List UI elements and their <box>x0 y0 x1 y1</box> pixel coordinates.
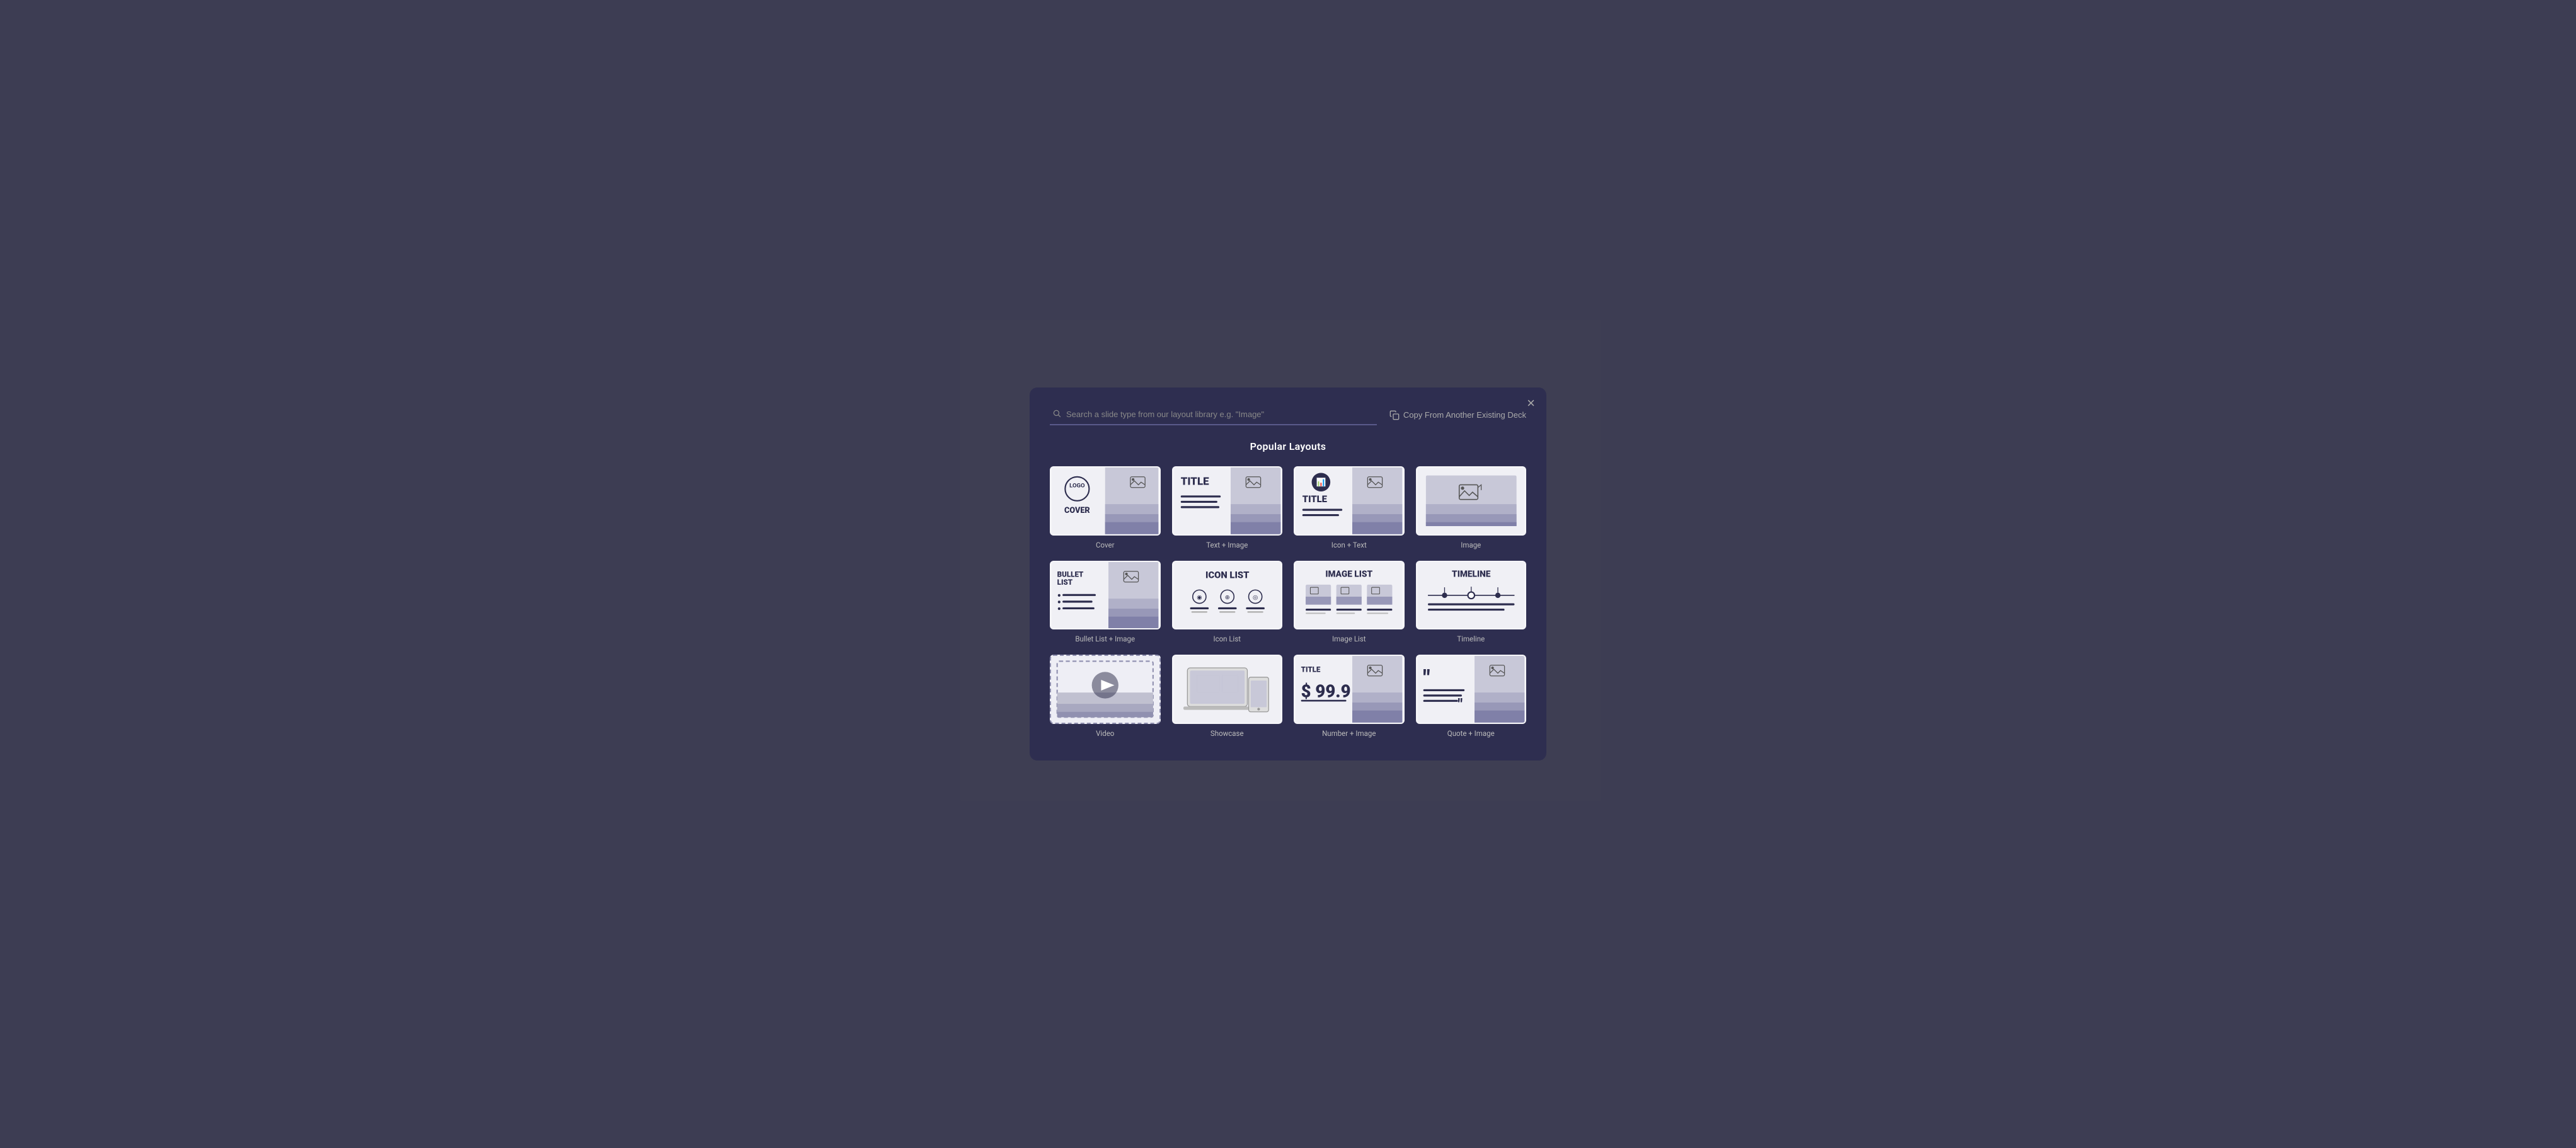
svg-text:◎: ◎ <box>1252 594 1258 601</box>
layout-item-icon-text[interactable]: 📊 TITLE Icon + Text <box>1294 466 1405 549</box>
layout-picker-modal: × Copy From Another Existing Deck <box>1030 387 1546 761</box>
search-row: Copy From Another Existing Deck <box>1050 405 1526 425</box>
svg-text:TITLE: TITLE <box>1180 475 1209 488</box>
svg-text:LIST: LIST <box>1057 578 1073 587</box>
layout-label-number-image: Number + Image <box>1322 729 1376 738</box>
layout-thumbnail-icon-list: ICON LIST ◉ ⊕ ◎ <box>1172 561 1283 630</box>
layout-item-image-list[interactable]: IMAGE LIST Image List <box>1294 561 1405 644</box>
svg-text:COVER: COVER <box>1064 506 1090 515</box>
layout-item-cover[interactable]: LOGO COVER Cover <box>1050 466 1161 549</box>
layout-label-cover: Cover <box>1096 541 1114 549</box>
svg-text:": " <box>1458 696 1462 713</box>
layout-item-showcase[interactable]: Showcase <box>1172 655 1283 738</box>
layout-label-video: Video <box>1096 729 1114 738</box>
layout-thumbnail-image-list: IMAGE LIST <box>1294 561 1405 630</box>
svg-text:TIMELINE: TIMELINE <box>1452 569 1491 579</box>
layout-item-icon-list[interactable]: ICON LIST ◉ ⊕ ◎ Icon List <box>1172 561 1283 644</box>
search-input[interactable] <box>1066 410 1374 419</box>
layout-item-bullet-list[interactable]: BULLET LIST Bullet List + Image <box>1050 561 1161 644</box>
search-icon <box>1052 409 1061 420</box>
section-title: Popular Layouts <box>1050 440 1526 452</box>
layout-label-icon-list: Icon List <box>1213 634 1241 643</box>
layout-label-showcase: Showcase <box>1210 729 1244 738</box>
close-button[interactable]: × <box>1527 396 1535 410</box>
layout-label-text-image: Text + Image <box>1206 541 1248 549</box>
svg-text:TITLE: TITLE <box>1301 665 1321 674</box>
copy-icon <box>1389 410 1400 420</box>
svg-text:ICON LIST: ICON LIST <box>1205 569 1250 580</box>
layout-item-timeline[interactable]: TIMELINE Timeline <box>1416 561 1527 644</box>
copy-btn-label: Copy From Another Existing Deck <box>1403 410 1526 420</box>
layout-thumbnail-icon-text: 📊 TITLE <box>1294 466 1405 536</box>
layout-item-text-image[interactable]: TITLE Text + Image <box>1172 466 1283 549</box>
layout-thumbnail-video <box>1050 655 1161 724</box>
search-bar[interactable] <box>1050 405 1377 425</box>
svg-text:📊: 📊 <box>1316 477 1326 487</box>
modal-overlay: × Copy From Another Existing Deck <box>0 0 2576 1148</box>
layout-item-video[interactable]: Video <box>1050 655 1161 738</box>
layout-label-image: Image <box>1461 541 1481 549</box>
svg-text:⊕: ⊕ <box>1224 594 1229 601</box>
layout-thumbnail-image <box>1416 466 1527 536</box>
svg-text:◉: ◉ <box>1197 594 1202 601</box>
svg-text:TITLE: TITLE <box>1302 493 1328 505</box>
layout-label-quote-image: Quote + Image <box>1447 729 1495 738</box>
svg-text:IMAGE LIST: IMAGE LIST <box>1325 569 1372 579</box>
layout-thumbnail-text-image: TITLE <box>1172 466 1283 536</box>
layout-item-number-image[interactable]: TITLE $ 99.9 Number + Image <box>1294 655 1405 738</box>
layout-thumbnail-timeline: TIMELINE <box>1416 561 1527 630</box>
svg-text:": " <box>1423 667 1430 691</box>
layout-thumbnail-number-image: TITLE $ 99.9 <box>1294 655 1405 724</box>
layout-label-timeline: Timeline <box>1457 634 1485 643</box>
layout-item-image[interactable]: Image <box>1416 466 1527 549</box>
copy-from-deck-button[interactable]: Copy From Another Existing Deck <box>1389 410 1526 420</box>
layout-label-bullet-list: Bullet List + Image <box>1075 634 1135 643</box>
layout-thumbnail-cover: LOGO COVER <box>1050 466 1161 536</box>
layout-thumbnail-showcase <box>1172 655 1283 724</box>
layout-thumbnail-bullet-list: BULLET LIST <box>1050 561 1161 630</box>
svg-text:LOGO: LOGO <box>1069 483 1085 490</box>
svg-text:$ 99.9: $ 99.9 <box>1301 682 1351 702</box>
layout-label-image-list: Image List <box>1332 634 1366 643</box>
layout-label-icon-text: Icon + Text <box>1331 541 1367 549</box>
layout-item-quote-image[interactable]: " " Quote + Image <box>1416 655 1527 738</box>
layouts-grid: LOGO COVER Cover TITLE Text + Image <box>1050 466 1526 738</box>
layout-thumbnail-quote-image: " " <box>1416 655 1527 724</box>
